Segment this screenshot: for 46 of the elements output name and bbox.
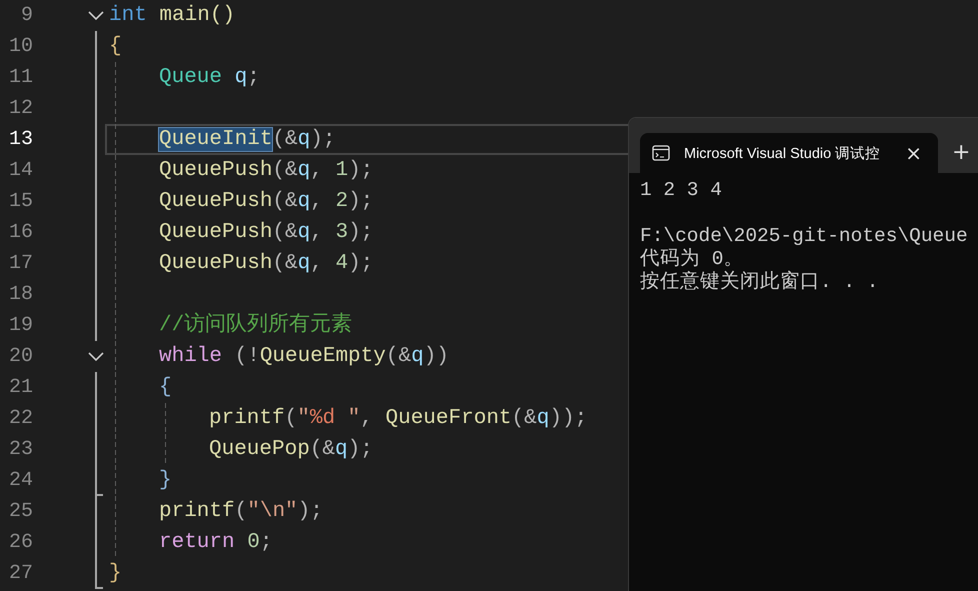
console-output-line: 按任意键关闭此窗口. . . bbox=[640, 271, 880, 294]
line-number: 21 bbox=[8, 375, 33, 401]
code-line: { bbox=[109, 34, 122, 60]
code-line: QueuePush(&q, 1); bbox=[159, 158, 374, 184]
chevron-down-icon[interactable] bbox=[88, 10, 104, 20]
line-number: 27 bbox=[8, 561, 33, 587]
line-number: 20 bbox=[8, 344, 33, 370]
code-line: } bbox=[159, 468, 172, 494]
code-line: } bbox=[109, 561, 122, 587]
code-line: QueuePush(&q, 2); bbox=[159, 189, 374, 215]
line-number: 18 bbox=[8, 282, 33, 308]
line-number: 17 bbox=[8, 251, 33, 277]
console-tab[interactable]: Microsoft Visual Studio 调试控 × bbox=[640, 133, 938, 173]
line-number: 9 bbox=[20, 3, 33, 29]
close-button[interactable]: × bbox=[901, 143, 926, 163]
line-number: 14 bbox=[8, 158, 33, 184]
code-line: return 0; bbox=[159, 530, 272, 556]
code-line: QueuePush(&q, 4); bbox=[159, 251, 374, 277]
line-number: 24 bbox=[8, 468, 33, 494]
new-tab-button[interactable]: + bbox=[952, 133, 970, 173]
console-output-line: 代码为 0。 bbox=[640, 248, 744, 270]
code-line: int main() bbox=[109, 3, 236, 29]
code-line: printf("\n"); bbox=[159, 499, 323, 525]
console-output-line: 1 2 3 4 bbox=[640, 179, 723, 202]
line-number: 11 bbox=[8, 65, 33, 91]
tab-title: Microsoft Visual Studio 调试控 bbox=[684, 144, 882, 162]
terminal-icon bbox=[652, 145, 670, 161]
line-number: 25 bbox=[8, 499, 33, 525]
code-line: printf("%d ", QueueFront(&q)); bbox=[209, 406, 588, 432]
code-line: QueuePop(&q); bbox=[209, 437, 373, 463]
code-comment: //访问队列所有元素 bbox=[159, 312, 352, 339]
line-number: 13 bbox=[8, 127, 33, 153]
line-number: 12 bbox=[8, 96, 33, 122]
line-number: 16 bbox=[8, 220, 33, 246]
line-number: 19 bbox=[8, 313, 33, 339]
line-number: 22 bbox=[8, 406, 33, 432]
code-line: QueuePush(&q, 3); bbox=[159, 220, 374, 246]
code-line: while (!QueueEmpty(&q)) bbox=[159, 344, 449, 370]
code-line: Queue q; bbox=[159, 65, 260, 91]
code-line: { bbox=[159, 375, 172, 401]
console-output-line: F:\code\2025-git-notes\Queue bbox=[640, 225, 969, 248]
line-number: 15 bbox=[8, 189, 33, 215]
line-number: 10 bbox=[8, 34, 33, 60]
line-number: 26 bbox=[8, 530, 33, 556]
line-number: 23 bbox=[8, 437, 33, 463]
chevron-down-icon[interactable] bbox=[88, 352, 104, 362]
